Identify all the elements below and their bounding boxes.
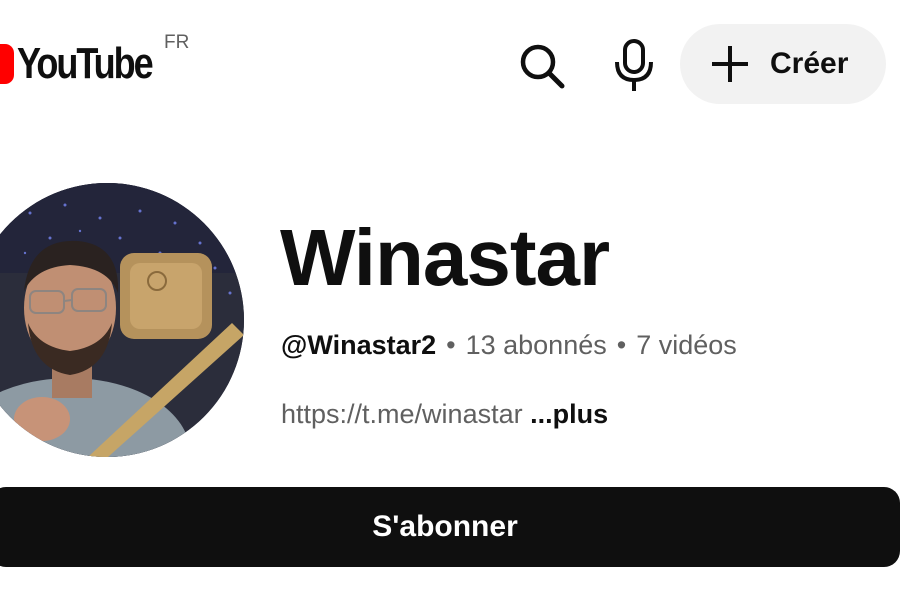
create-button[interactable]: Créer xyxy=(680,24,886,104)
channel-meta: @Winastar2 • 13 abonnés • 7 vidéos xyxy=(281,330,737,361)
separator-dot: • xyxy=(446,330,456,360)
logo-text: YouTube xyxy=(17,39,154,88)
voice-search-button[interactable] xyxy=(604,36,664,96)
channel-link[interactable]: https://t.me/winastar xyxy=(281,399,523,429)
subscribe-button[interactable]: S'abonner xyxy=(0,487,900,567)
channel-avatar[interactable] xyxy=(0,183,244,457)
avatar-image xyxy=(0,183,244,457)
more-link[interactable]: ...plus xyxy=(530,399,608,429)
channel-description[interactable]: https://t.me/winastar ...plus xyxy=(281,399,608,430)
country-code: FR xyxy=(164,32,190,53)
top-app-bar: YouTube FR Créer xyxy=(0,0,900,130)
plus-icon xyxy=(712,46,748,82)
separator-dot: • xyxy=(616,330,627,360)
channel-handle[interactable]: @Winastar2 xyxy=(281,330,436,360)
video-count: 7 vidéos xyxy=(636,330,737,360)
youtube-play-icon xyxy=(0,44,14,84)
create-label: Créer xyxy=(770,47,849,80)
youtube-logo[interactable]: YouTube xyxy=(0,42,181,86)
search-icon xyxy=(520,44,565,89)
microphone-icon xyxy=(615,39,653,91)
channel-name: Winastar xyxy=(280,213,610,302)
search-button[interactable] xyxy=(512,38,572,94)
subscriber-count: 13 abonnés xyxy=(465,330,607,360)
